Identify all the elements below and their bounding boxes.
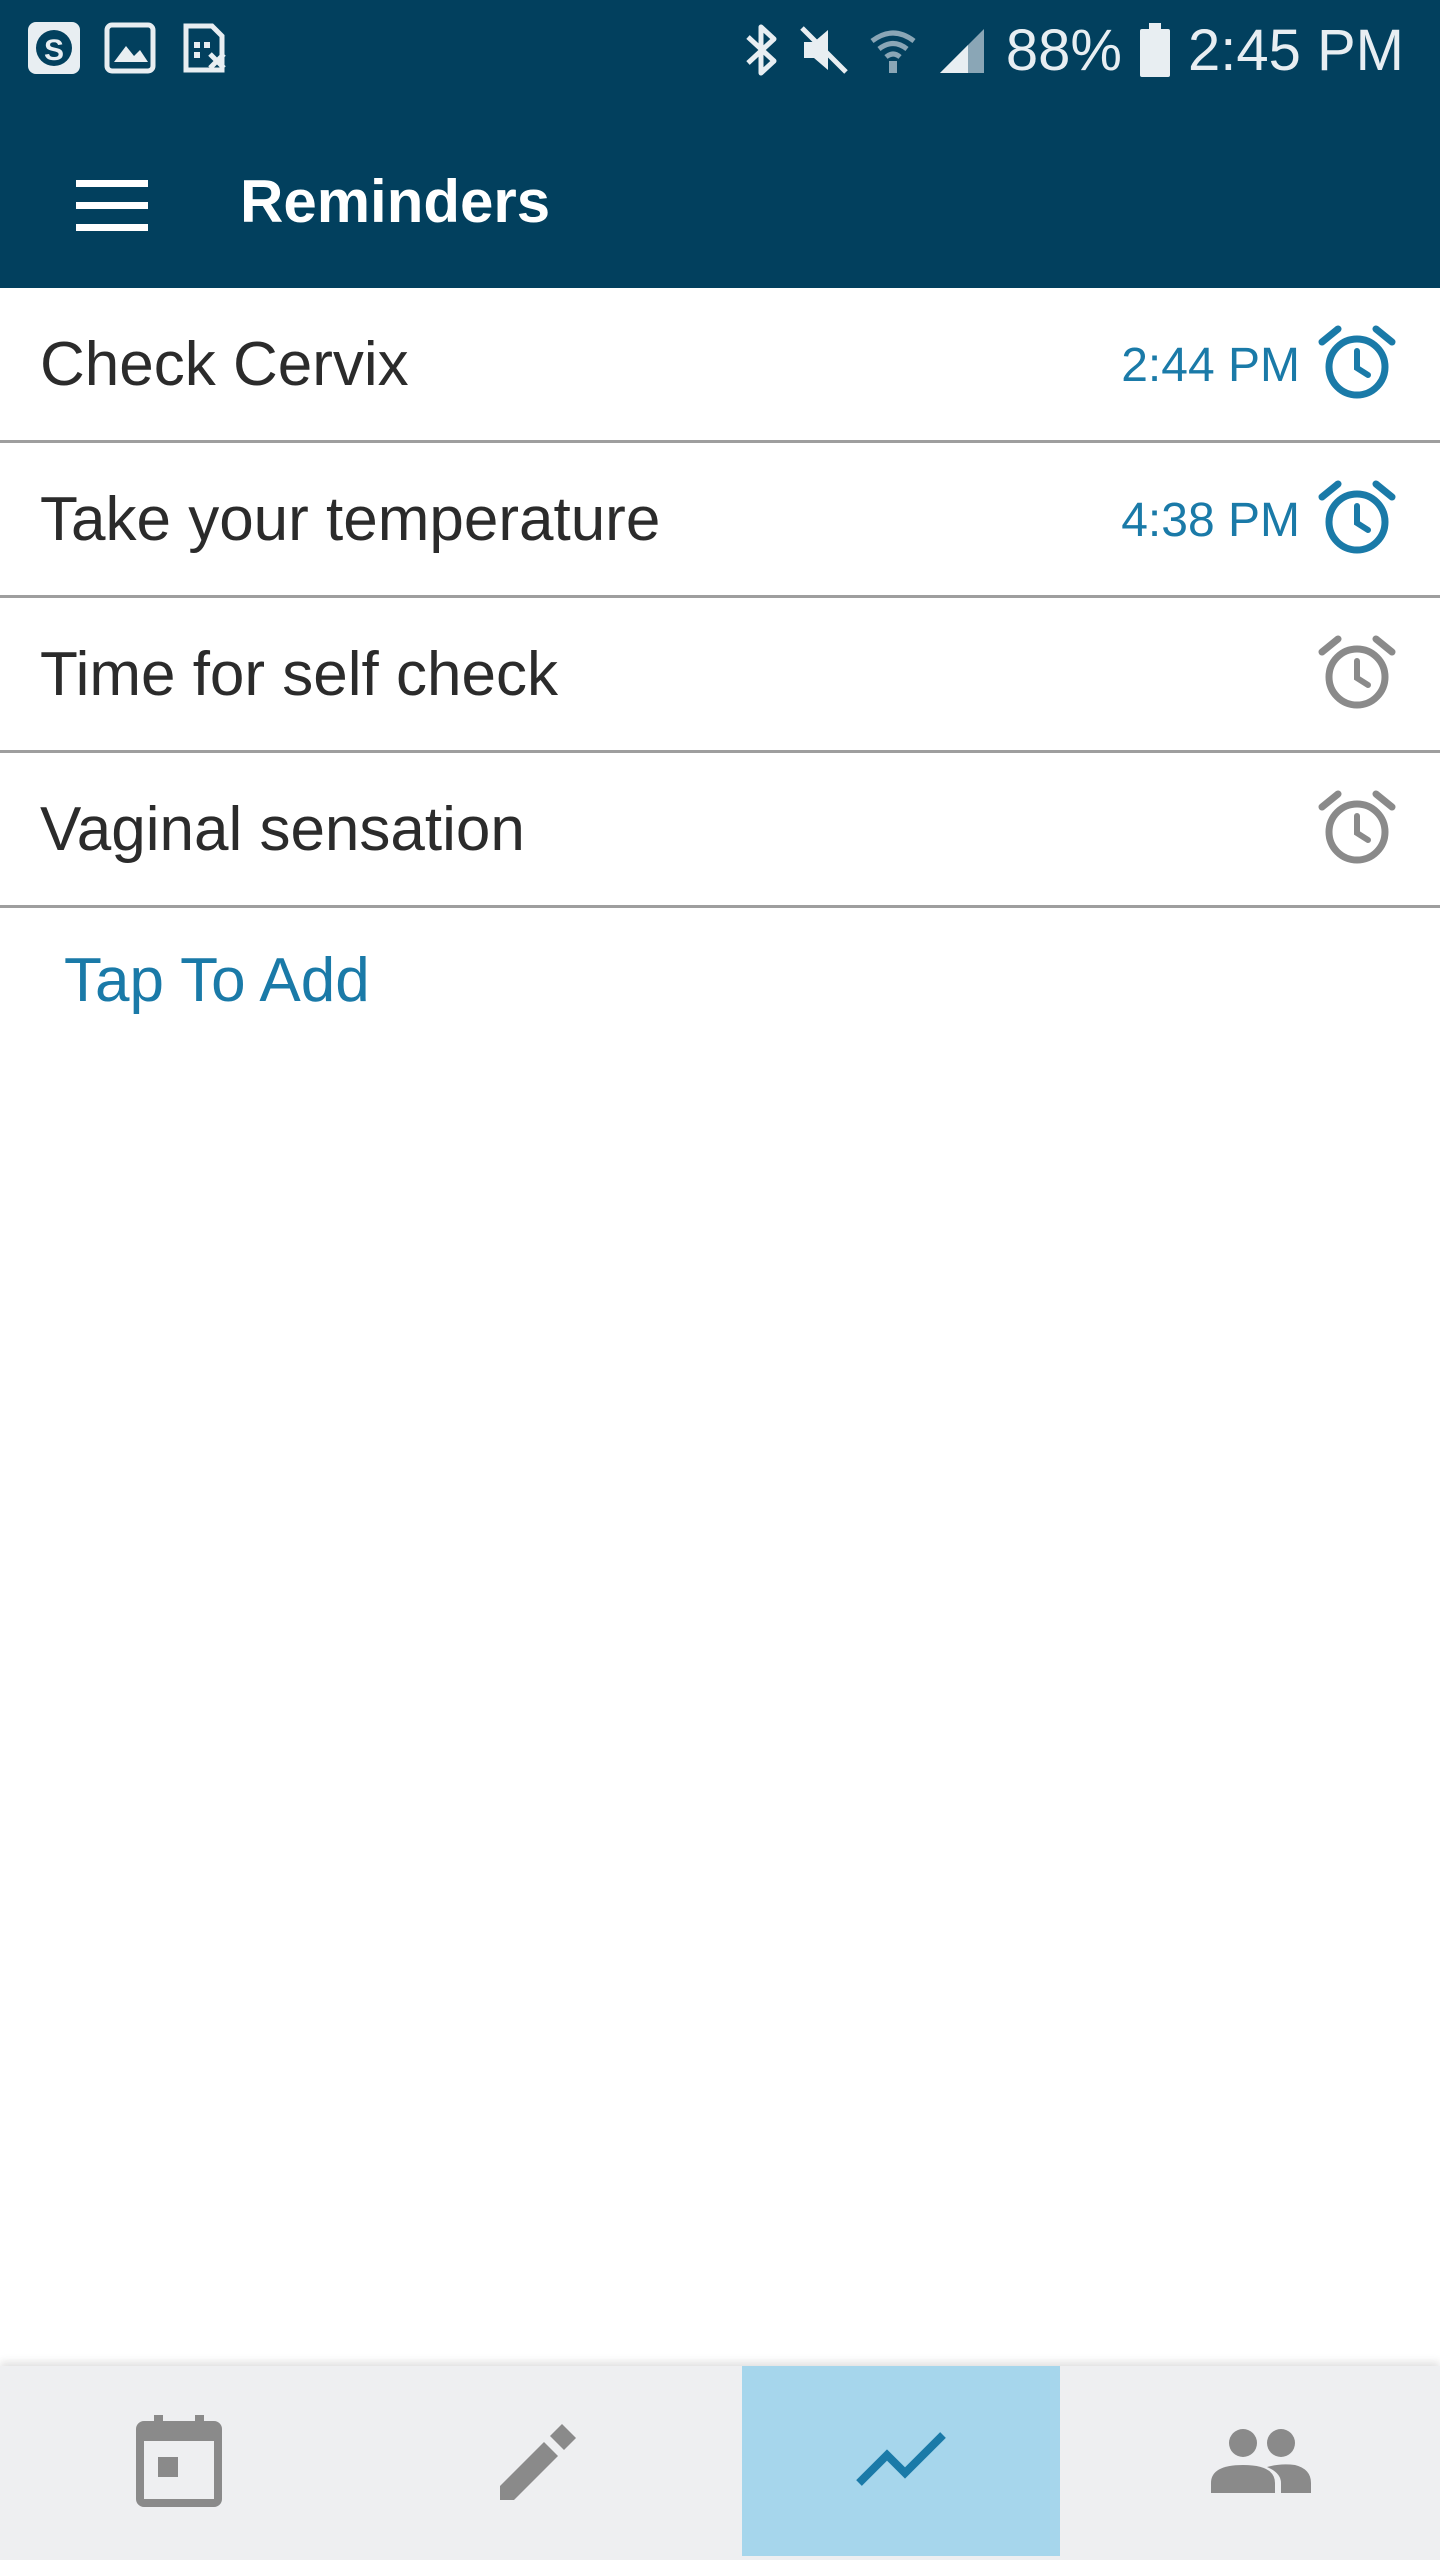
- bottom-nav: [0, 2366, 1440, 2560]
- app-bar: Reminders: [0, 98, 1440, 288]
- svg-text:S: S: [44, 34, 64, 67]
- calendar-icon: [136, 2414, 222, 2512]
- notification-icons: S: [26, 20, 230, 81]
- reminder-row-self-check[interactable]: Time for self check: [0, 598, 1440, 753]
- alarm-icon[interactable]: [1318, 789, 1396, 867]
- system-status: 88% 2:45 PM: [742, 10, 1404, 90]
- people-icon: [1209, 2427, 1313, 2500]
- alarm-icon[interactable]: [1318, 479, 1396, 557]
- tab-edit[interactable]: [380, 2366, 698, 2560]
- tab-community[interactable]: [1102, 2366, 1420, 2560]
- tab-calendar[interactable]: [20, 2366, 338, 2560]
- battery-percent: 88%: [1005, 17, 1122, 83]
- pencil-icon: [496, 2418, 582, 2509]
- clock: 2:45 PM: [1188, 17, 1404, 83]
- reminder-row-vaginal-sensation[interactable]: Vaginal sensation: [0, 753, 1440, 908]
- reminder-time: 4:38 PM: [1121, 494, 1300, 547]
- gallery-icon: [104, 22, 156, 79]
- skype-icon: S: [26, 20, 82, 81]
- chart-icon: [855, 2429, 947, 2494]
- signal-icon: [936, 25, 988, 75]
- reminder-row-take-temperature[interactable]: Take your temperature 4:38 PM: [0, 443, 1440, 598]
- reminder-label: Check Cervix: [40, 330, 409, 399]
- reminder-row-check-cervix[interactable]: Check Cervix 2:44 PM: [0, 288, 1440, 443]
- tab-charts[interactable]: [742, 2366, 1060, 2556]
- reminder-label: Time for self check: [40, 640, 558, 709]
- reminder-label: Take your temperature: [40, 485, 661, 554]
- status-bar: S 88% 2:45 PM: [0, 0, 1440, 98]
- bluetooth-icon: [742, 23, 780, 77]
- mute-icon: [798, 24, 850, 76]
- sim-icon: [178, 22, 230, 79]
- add-reminder-button[interactable]: Tap To Add: [64, 944, 370, 1018]
- reminder-list: Check Cervix 2:44 PM Take your temperatu…: [0, 288, 1440, 908]
- reminder-label: Vaginal sensation: [40, 795, 525, 864]
- alarm-icon[interactable]: [1318, 324, 1396, 402]
- menu-icon[interactable]: [72, 176, 152, 236]
- alarm-icon[interactable]: [1318, 634, 1396, 712]
- wifi-icon: [868, 25, 918, 75]
- page-title: Reminders: [240, 168, 551, 235]
- reminder-time: 2:44 PM: [1121, 339, 1300, 392]
- battery-icon: [1140, 23, 1170, 77]
